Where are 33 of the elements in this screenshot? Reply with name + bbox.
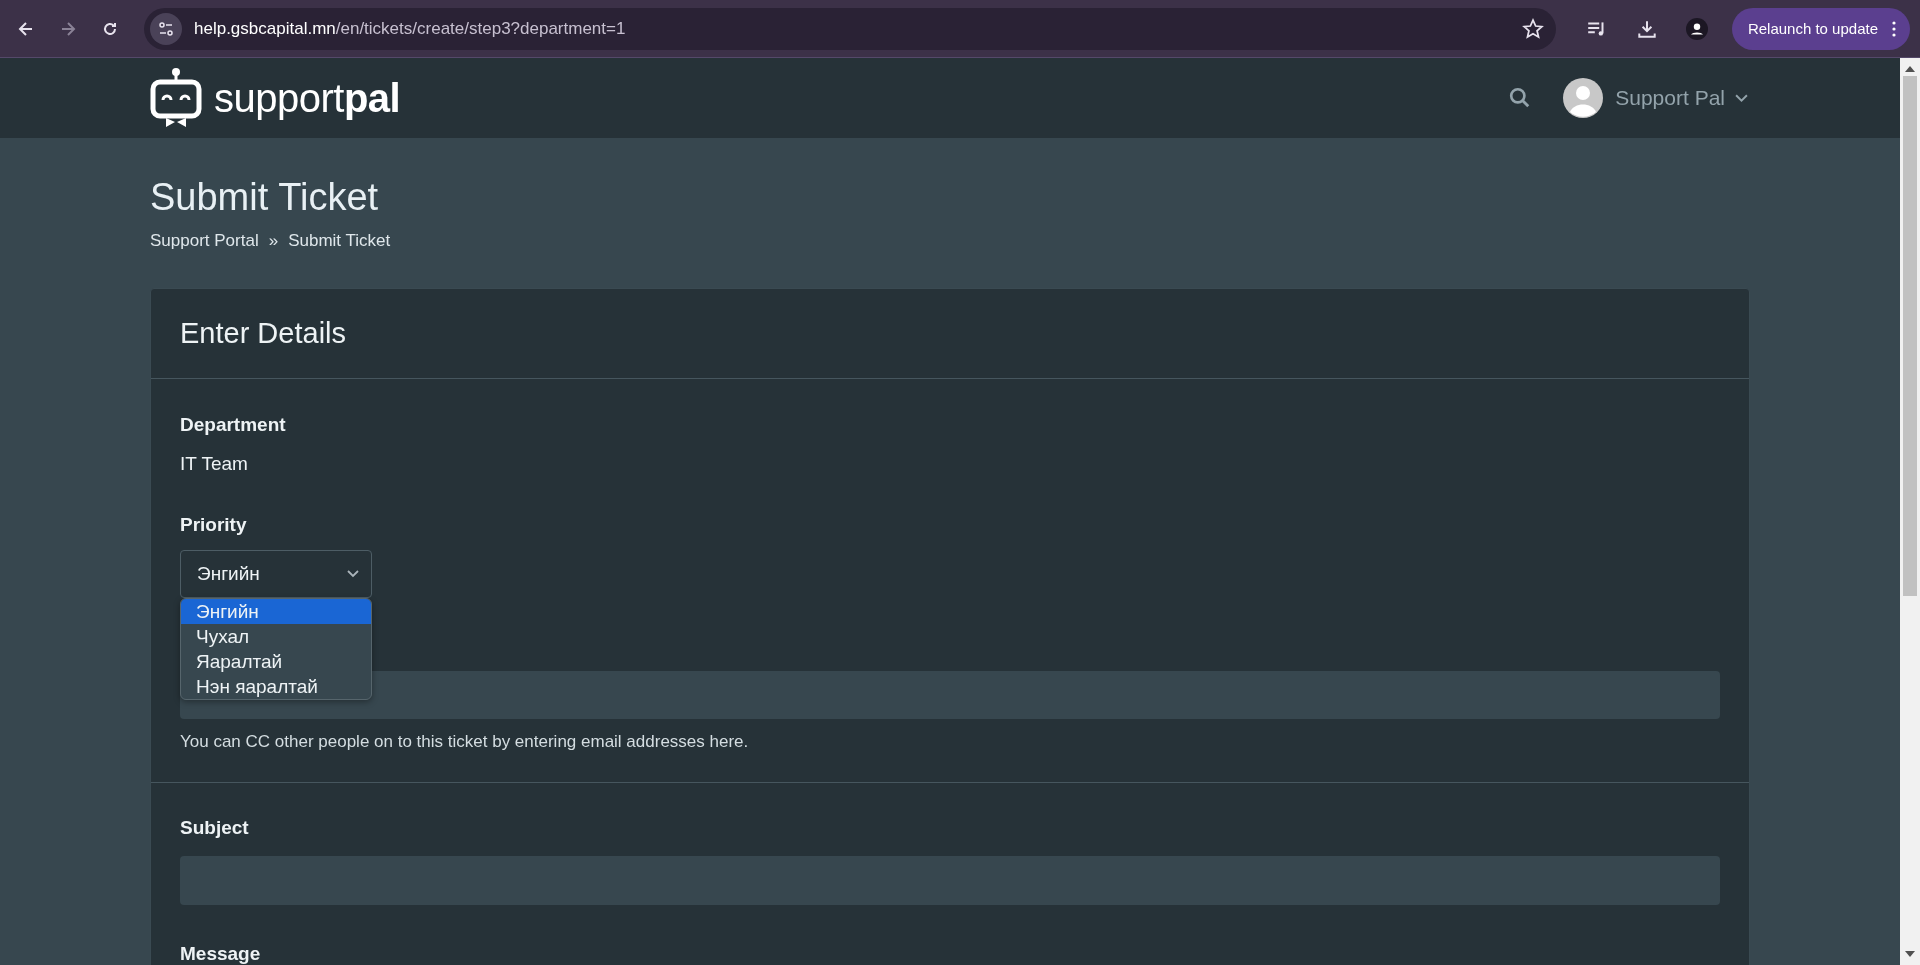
search-icon[interactable] xyxy=(1509,87,1532,109)
dropdown-option[interactable]: Нэн яаралтай xyxy=(181,674,371,699)
profile-avatar-icon[interactable] xyxy=(1685,17,1708,40)
user-avatar-icon xyxy=(1563,78,1604,118)
logo-text[interactable]: supportpal xyxy=(214,75,401,121)
department-value: IT Team xyxy=(180,453,249,475)
field-label: Subject xyxy=(180,817,250,839)
bookmark-star-icon[interactable] xyxy=(1521,17,1544,40)
site-settings-icon[interactable] xyxy=(150,12,182,45)
scroll-down-arrow-icon[interactable] xyxy=(1905,951,1915,957)
dropdown-option[interactable]: Яаралтай xyxy=(181,649,371,674)
page-title: Submit Ticket xyxy=(150,176,380,219)
robot-logo-icon[interactable] xyxy=(150,67,202,129)
dropdown-option[interactable]: Энгийн xyxy=(181,599,371,624)
dropdown-option[interactable]: Чухал xyxy=(181,624,371,649)
more-vertical-icon[interactable] xyxy=(1892,20,1896,37)
breadcrumb-separator: » xyxy=(268,231,279,251)
address-bar[interactable]: help.gsbcapital.mn/en/tickets/create/step3?department=1 xyxy=(144,7,1556,50)
chevron-down-icon[interactable] xyxy=(347,570,359,578)
chevron-down-icon[interactable] xyxy=(1735,93,1748,103)
scroll-up-arrow-icon[interactable] xyxy=(1905,66,1915,72)
url-text: help.gsbcapital.mn/en/tickets/create/step3?department=1 xyxy=(194,18,627,39)
user-menu[interactable]: Support Pal xyxy=(1615,86,1725,110)
scrollbar[interactable] xyxy=(1900,58,1920,965)
field-label: Department xyxy=(180,414,287,436)
help-text: You can CC other people on to this ticket by entering email addresses here. xyxy=(180,732,750,752)
field-label: Priority xyxy=(180,514,248,536)
relaunch-button[interactable]: Relaunch to update xyxy=(1731,7,1910,50)
card-title: Enter Details xyxy=(180,317,346,350)
priority-select[interactable]: Энгийн xyxy=(180,550,372,598)
field-label: Message xyxy=(180,943,262,965)
cc-input-field[interactable] xyxy=(180,671,1720,719)
breadcrumb-link[interactable]: Support Portal xyxy=(150,231,259,251)
